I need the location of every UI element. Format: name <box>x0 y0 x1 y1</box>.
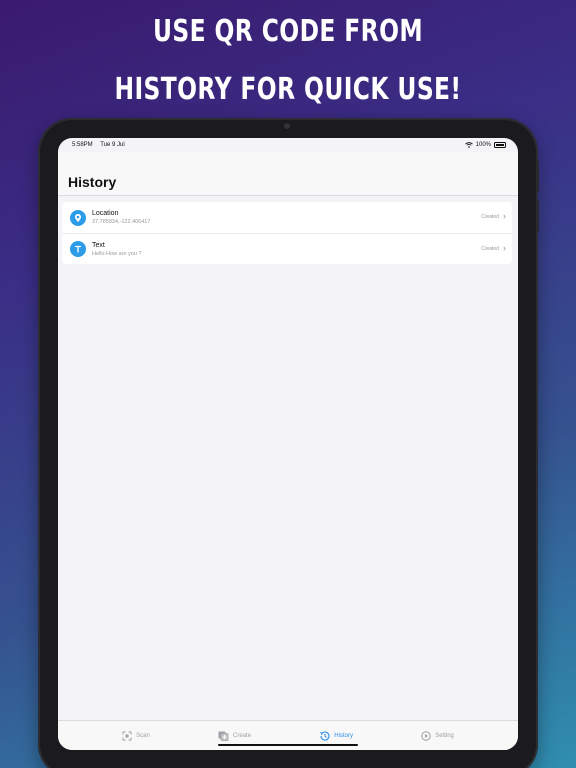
navigation-bar: History <box>58 152 518 196</box>
wifi-icon <box>464 142 473 148</box>
battery-percent: 100% <box>475 142 491 148</box>
status-bar: 5:58PM Tue 9 Jul 100% <box>58 138 518 152</box>
status-time: 5:58PM <box>72 142 93 148</box>
history-item-text[interactable]: Text Hello How are you ? Created › <box>62 233 512 264</box>
page-title: History <box>68 174 117 190</box>
tab-label: Setting <box>435 732 454 739</box>
location-pin-icon <box>70 209 86 226</box>
history-item-subtitle: 37.785834,-122.406417 <box>92 219 151 225</box>
create-icon <box>218 731 229 741</box>
camera <box>284 123 290 129</box>
app-screen: 5:58PM Tue 9 Jul 100% History Location 3… <box>58 138 518 750</box>
tab-create[interactable]: Create <box>218 731 251 741</box>
tab-label: Create <box>233 732 252 739</box>
volume-up-button <box>536 160 539 192</box>
status-date: Tue 9 Jul <box>100 142 125 148</box>
chevron-right-icon: › <box>503 243 506 253</box>
scan-icon <box>122 731 132 740</box>
tab-label: History <box>334 732 353 739</box>
home-indicator <box>218 744 358 746</box>
tab-history[interactable]: History <box>319 731 353 741</box>
history-item-status: Created <box>481 213 499 220</box>
text-icon <box>70 241 86 257</box>
promo-headline-line-1: USE QR CODE FROM <box>152 14 424 49</box>
tab-setting[interactable]: Setting <box>421 730 454 741</box>
history-item-title: Text <box>92 241 105 249</box>
setting-icon <box>421 730 431 741</box>
history-item-status: Created <box>481 245 499 252</box>
tab-label: Scan <box>136 732 150 739</box>
tab-scan[interactable]: Scan <box>122 731 150 741</box>
history-item-location[interactable]: Location 37.785834,-122.406417 Created › <box>62 202 512 233</box>
chevron-right-icon: › <box>503 211 506 221</box>
history-item-title: Location <box>92 210 119 217</box>
history-icon <box>320 731 330 741</box>
promo-headline-line-2: HISTORY FOR QUICK USE! <box>114 72 462 107</box>
history-item-subtitle: Hello How are you ? <box>92 250 142 257</box>
volume-down-button <box>536 200 539 232</box>
tablet-device: 5:58PM Tue 9 Jul 100% History Location 3… <box>38 118 539 768</box>
battery-icon <box>494 142 506 148</box>
history-list: Location 37.785834,-122.406417 Created ›… <box>62 202 512 264</box>
